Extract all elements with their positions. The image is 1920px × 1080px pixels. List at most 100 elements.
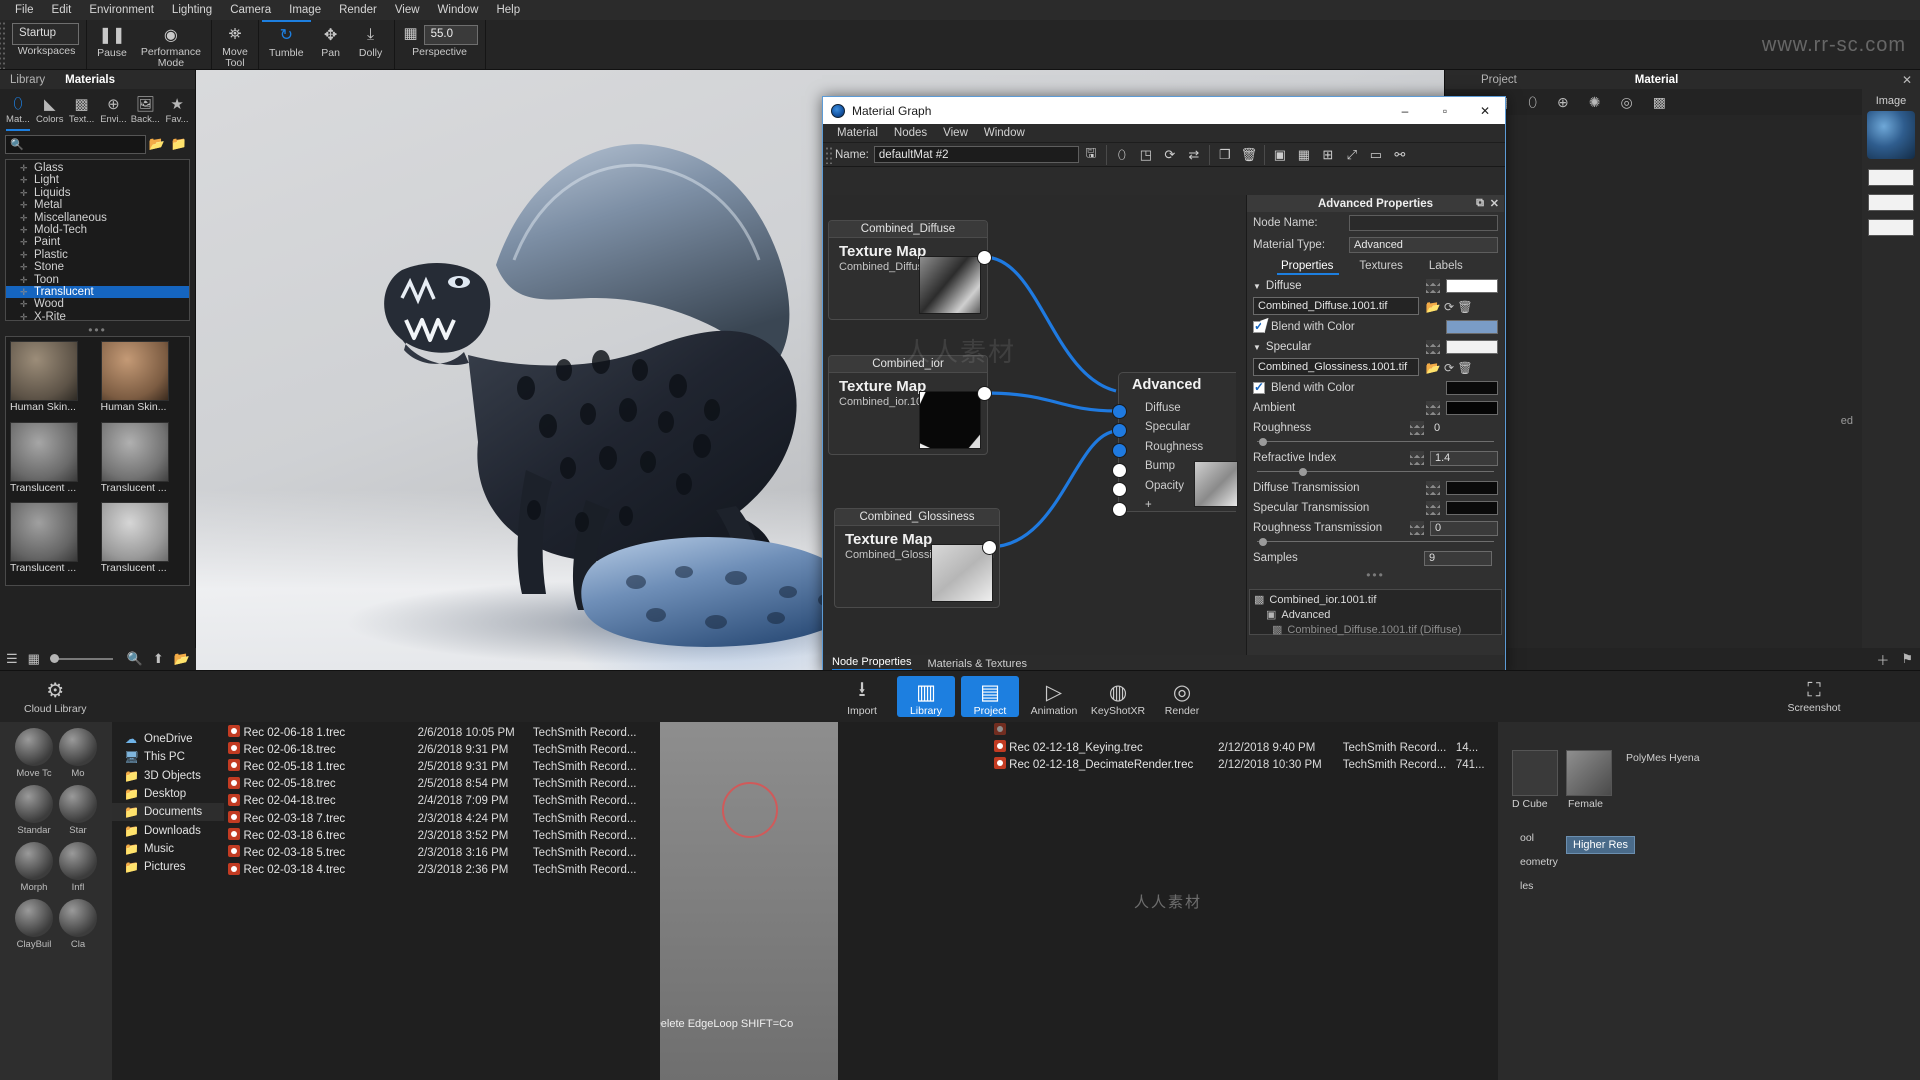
dock-import[interactable]: ⭳ Import (833, 676, 891, 718)
menu-item-edit[interactable]: Edit (43, 2, 81, 18)
material-thumb-cell[interactable]: Translucent ... (100, 421, 183, 501)
menu-item-view[interactable]: View (386, 2, 429, 18)
tree-item-liquids[interactable]: ✛ Liquids (6, 187, 189, 199)
tree-item-wood[interactable]: ✛ Wood (6, 298, 189, 310)
tab-materials[interactable]: Materials (55, 72, 125, 88)
refresh-icon[interactable]: ⟳ (1158, 145, 1182, 165)
material-thumb-cell[interactable]: Translucent ... (10, 502, 92, 581)
dock-screenshot[interactable]: ⛶ Screenshot (1714, 680, 1914, 714)
menu-item-camera[interactable]: Camera (221, 2, 280, 18)
properties-resize-handle[interactable]: ••• (1247, 568, 1504, 582)
cloud-upload-icon[interactable]: ⬆ (153, 651, 164, 667)
brush-thumbnail[interactable] (15, 728, 53, 766)
close-icon[interactable]: ✕ (1902, 73, 1920, 87)
add-icon[interactable]: ＋ (1876, 650, 1889, 669)
samples-value[interactable]: 9 (1424, 550, 1492, 566)
roughness-slider[interactable] (1257, 438, 1494, 446)
node-combined-diffuse[interactable]: Combined_Diffuse Texture Map Combined_Di… (828, 220, 988, 320)
roughness-transmission-value[interactable]: 0 (1430, 520, 1498, 536)
library-tab-colors[interactable]: ◣ Colors (34, 89, 66, 131)
advanced-port-roughness[interactable]: Roughness (1119, 437, 1236, 457)
footer-tab-materials-textures[interactable]: Materials & Textures (928, 658, 1027, 670)
table-row[interactable]: Rec 02-06-18.trec 2/6/2018 9:31 PM TechSmi… (224, 741, 660, 758)
panel-resize-handle[interactable]: ••• (0, 323, 195, 337)
section-specular[interactable]: ▼ Specular (1247, 337, 1504, 357)
library-tab-favorites[interactable]: ★ Fav... (161, 89, 193, 131)
input-port-opacity[interactable] (1112, 482, 1127, 497)
toolbar-grip[interactable] (0, 20, 7, 69)
image-icon[interactable]: ▩ (1653, 94, 1666, 111)
menu-item-image[interactable]: Image (280, 2, 330, 18)
material-thumb-cell[interactable]: Human Skin... (10, 341, 92, 420)
specular-blend-color-swatch[interactable] (1446, 381, 1498, 395)
menu-item-render[interactable]: Render (330, 2, 386, 18)
dolly-button[interactable]: ⤓ Dolly (351, 20, 391, 69)
folder-icon[interactable]: 📂 (1425, 361, 1441, 375)
table-row[interactable]: Rec 02-03-18 7.trec 2/3/2018 4:24 PM TechS… (224, 810, 660, 827)
input-port-diffuse[interactable] (1112, 404, 1127, 419)
tool-thumbnail[interactable] (1512, 750, 1558, 796)
tree-item-glass[interactable]: ✛ Glass (6, 162, 189, 174)
import-folder-icon[interactable]: 📂 (146, 136, 168, 152)
expand-icon[interactable]: ✛ (20, 187, 28, 199)
minimize-button[interactable]: – (1385, 97, 1425, 124)
menu-item-file[interactable]: File (6, 2, 43, 18)
mg-menu-view[interactable]: View (935, 126, 976, 140)
color-swatch[interactable] (1868, 169, 1914, 186)
input-port-specular[interactable] (1112, 423, 1127, 438)
roughness-transmission-slider[interactable] (1257, 538, 1494, 546)
folder-icon[interactable]: 📂 (174, 651, 190, 667)
workspace-selector[interactable]: Startup (12, 23, 80, 45)
checker-icon[interactable]: ◳ (1134, 145, 1158, 165)
link-icon[interactable]: ⚯ (1388, 145, 1412, 165)
tumble-button[interactable]: ↻ Tumble (261, 20, 311, 69)
diffuse-texture-input[interactable]: Combined_Diffuse.1001.tif (1253, 297, 1419, 315)
dock-project[interactable]: ▤ Project (961, 676, 1019, 717)
library-tab-materials[interactable]: ⬯ Mat... (2, 89, 34, 131)
trash-icon[interactable]: 🗑 (1457, 361, 1473, 375)
library-tab-backplates[interactable]: 🖼 Back... (129, 89, 161, 131)
menu-item-lighting[interactable]: Lighting (163, 2, 221, 18)
brush-thumbnail[interactable] (59, 785, 97, 823)
environment-icon[interactable]: ⊕ (1557, 94, 1569, 111)
input-port-add[interactable] (1112, 502, 1127, 517)
expand-icon[interactable]: ✛ (20, 212, 28, 224)
nav-item-documents[interactable]: 📁 Documents (112, 803, 224, 822)
frame-icon[interactable]: ▭ (1364, 145, 1388, 165)
tree-item-stone[interactable]: ✛ Stone (6, 261, 189, 273)
list-item[interactable]: ▩ Combined_ior.1001.tif (1254, 592, 1497, 607)
expand-icon[interactable]: ✛ (20, 274, 28, 286)
cloud-library-button[interactable]: ⚙ Cloud Library (0, 678, 330, 715)
flag-icon[interactable]: ⚑ (1901, 651, 1913, 667)
tab-labels[interactable]: Labels (1429, 260, 1463, 272)
save-icon[interactable]: 🖫 (1079, 145, 1103, 165)
tab-project[interactable]: Project (1467, 72, 1531, 88)
nav-item-downloads[interactable]: 📁 Downloads (112, 821, 224, 839)
close-icon[interactable]: ✕ (1490, 197, 1499, 210)
node-advanced-material[interactable]: Advanced Diffuse Specular Roughness Bump… (1118, 372, 1238, 512)
table-row[interactable]: Rec 02-06-18 1.trec 2/6/2018 10:05 PM Tech… (224, 724, 660, 741)
expand-icon[interactable]: ✛ (20, 174, 28, 186)
specular-blend-checkbox[interactable] (1253, 380, 1265, 394)
tool-thumbnail[interactable] (1566, 750, 1612, 796)
advanced-port-diffuse[interactable]: Diffuse (1119, 398, 1236, 418)
refresh-icon[interactable]: ⟳ (1441, 300, 1457, 314)
footer-tab-node-properties[interactable]: Node Properties (832, 656, 912, 671)
layout-icon[interactable]: ⊞ (1316, 145, 1340, 165)
brush-thumbnail[interactable] (59, 842, 97, 880)
tree-item-metal[interactable]: ✛ Metal (6, 199, 189, 211)
node-combined-glossiness[interactable]: Combined_Glossiness Texture Map Combined… (834, 508, 1000, 608)
duplicate-icon[interactable]: ❐ (1213, 145, 1237, 165)
dock-keyshotxr[interactable]: ◍ KeyShotXR (1089, 676, 1147, 718)
material-sphere-icon[interactable]: ⬯ (1110, 145, 1134, 165)
move-tool-button[interactable]: ⛯ Move Tool (215, 20, 255, 69)
tree-item-translucent[interactable]: ✛ Translucent (6, 285, 189, 299)
tree-item-paint[interactable]: ✛ Paint (6, 236, 189, 248)
table-row[interactable]: Rec 02-05-18.trec 2/5/2018 8:54 PM TechSmi… (224, 776, 660, 793)
snapshot-icon[interactable]: ▣ (1268, 145, 1292, 165)
trash-icon[interactable]: 🗑 (1457, 300, 1473, 314)
brush-thumbnail[interactable] (15, 785, 53, 823)
lighting-icon[interactable]: ✺ (1589, 94, 1601, 111)
texture-mini-icon[interactable] (1410, 521, 1424, 535)
table-row[interactable]: Rec 02-03-18 6.trec 2/3/2018 3:52 PM TechS… (224, 827, 660, 844)
